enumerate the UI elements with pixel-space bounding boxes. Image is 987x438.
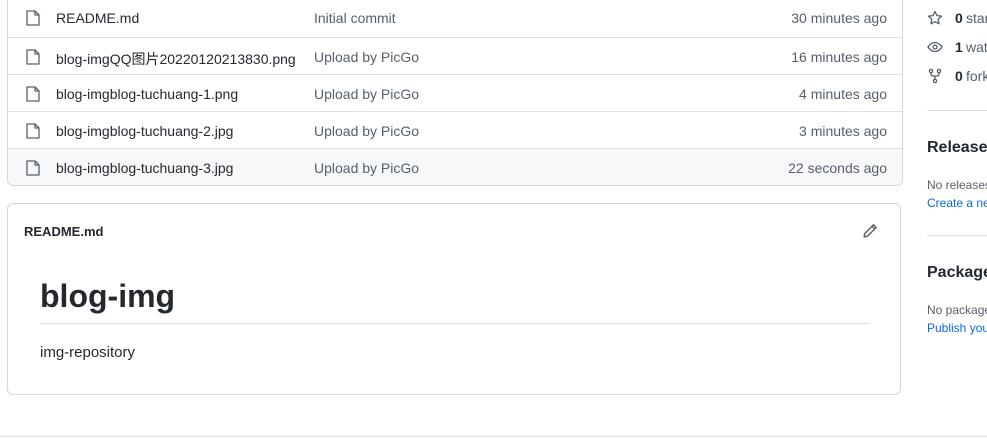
- commit-message[interactable]: Initial commit: [314, 10, 396, 26]
- releases-note: No releases published: [927, 178, 987, 192]
- file-name[interactable]: README.md: [56, 10, 139, 26]
- readme-description: img-repository: [40, 344, 136, 361]
- readme-panel: README.md blog-img img-repository: [7, 203, 901, 395]
- packages-heading[interactable]: Packages: [927, 264, 987, 282]
- heading-divider: [40, 323, 870, 324]
- readme-heading: blog-img: [40, 278, 176, 314]
- file-row[interactable]: blog-imgblog-tuchuang-1.png Upload by Pi…: [8, 74, 902, 111]
- commit-age: 16 minutes ago: [791, 49, 887, 65]
- watching-count: 1: [955, 39, 963, 55]
- forks-count: 0: [955, 68, 963, 84]
- file-icon: [26, 86, 40, 102]
- file-list: README.md Initial commit 30 minutes ago …: [7, 0, 903, 186]
- fork-icon: [928, 68, 942, 84]
- file-name[interactable]: blog-imgblog-tuchuang-1.png: [56, 86, 238, 102]
- star-icon: [927, 10, 943, 25]
- forks-label: forks: [966, 68, 987, 84]
- file-row[interactable]: blog-imgQQ图片20220120213830.png Upload by…: [8, 37, 902, 74]
- stars-label: stars: [966, 10, 987, 26]
- publish-package-link[interactable]: Publish your first package: [927, 321, 987, 335]
- file-icon: [26, 160, 40, 176]
- file-icon: [26, 123, 40, 139]
- commit-message[interactable]: Upload by PicGo: [314, 49, 419, 65]
- commit-message[interactable]: Upload by PicGo: [314, 123, 419, 139]
- commit-age: 22 seconds ago: [788, 160, 887, 176]
- file-row[interactable]: README.md Initial commit 30 minutes ago: [8, 0, 902, 37]
- commit-message[interactable]: Upload by PicGo: [314, 86, 419, 102]
- file-icon: [26, 49, 40, 65]
- pencil-icon[interactable]: [862, 223, 878, 239]
- readme-file-title[interactable]: README.md: [24, 224, 103, 239]
- sidebar-divider: [927, 110, 987, 111]
- commit-age: 4 minutes ago: [799, 86, 887, 102]
- stars-count: 0: [955, 10, 963, 26]
- packages-note: No packages published: [927, 303, 987, 317]
- eye-icon: [927, 41, 943, 53]
- commit-age: 3 minutes ago: [799, 123, 887, 139]
- file-row[interactable]: blog-imgblog-tuchuang-3.jpg Upload by Pi…: [8, 148, 902, 185]
- file-name[interactable]: blog-imgblog-tuchuang-3.jpg: [56, 160, 233, 176]
- about-sidebar: 0 stars 1 watching 0 forks Releases No r…: [927, 0, 987, 438]
- file-row[interactable]: blog-imgblog-tuchuang-2.jpg Upload by Pi…: [8, 111, 902, 148]
- releases-heading[interactable]: Releases: [927, 139, 987, 157]
- file-name[interactable]: blog-imgQQ图片20220120213830.png: [56, 49, 296, 69]
- create-release-link[interactable]: Create a new release: [927, 196, 987, 210]
- sidebar-divider: [927, 235, 987, 236]
- file-name[interactable]: blog-imgblog-tuchuang-2.jpg: [56, 123, 233, 139]
- watching-label: watching: [966, 39, 987, 55]
- file-icon: [26, 10, 40, 26]
- footer-divider: [0, 436, 987, 437]
- commit-message[interactable]: Upload by PicGo: [314, 160, 419, 176]
- commit-age: 30 minutes ago: [791, 10, 887, 26]
